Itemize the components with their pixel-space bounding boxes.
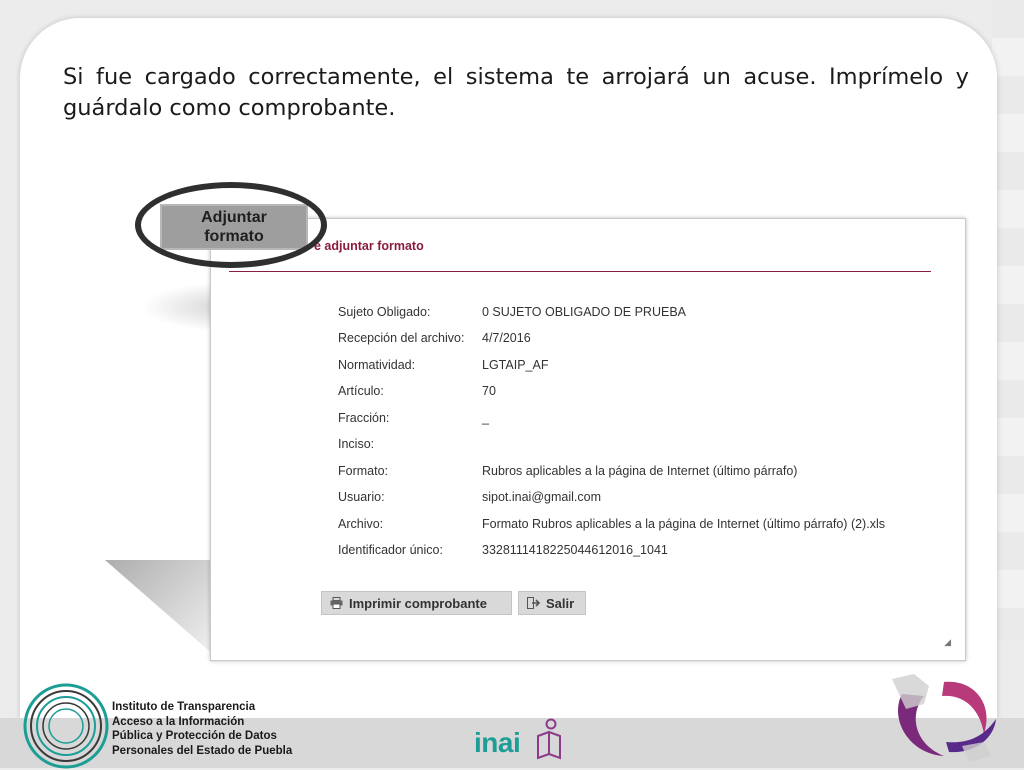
institute-logo-icon bbox=[23, 683, 109, 769]
field-value: _ bbox=[482, 411, 489, 425]
institute-line: Pública y Protección de Datos bbox=[112, 730, 277, 742]
intro-text: Si fue cargado correctamente, el sistema… bbox=[63, 64, 969, 121]
field-label: Usuario: bbox=[338, 490, 385, 504]
institute-line: Instituto de Transparencia bbox=[112, 701, 256, 713]
field-value: 70 bbox=[482, 384, 496, 398]
print-receipt-button[interactable]: Imprimir comprobante bbox=[321, 591, 512, 615]
field-label: Formato: bbox=[338, 464, 389, 478]
institute-line: Acceso a la Información bbox=[112, 715, 245, 728]
field-value: 0 SUJETO OBLIGADO DE PRUEBA bbox=[482, 305, 686, 319]
field-label: Recepción del archivo: bbox=[338, 331, 465, 345]
title-divider bbox=[229, 271, 931, 272]
field-label: Identificador único: bbox=[338, 543, 443, 557]
puebla-state-logo-icon bbox=[892, 674, 996, 762]
field-label: Inciso: bbox=[338, 437, 375, 451]
exit-icon bbox=[527, 597, 540, 609]
inai-wordmark: inai bbox=[474, 727, 521, 758]
acknowledgment-window: e adjuntar formato Sujeto Obligado: 0 SU… bbox=[210, 218, 966, 661]
field-label: Artículo: bbox=[338, 384, 384, 398]
field-label: Sujeto Obligado: bbox=[338, 305, 431, 319]
highlight-ellipse bbox=[135, 182, 327, 268]
exit-button[interactable]: Salir bbox=[518, 591, 586, 615]
field-value: 332811141822504461201​6_1041 bbox=[482, 543, 668, 557]
field-label: Fracción: bbox=[338, 411, 390, 425]
acknowledgment-title: e adjuntar formato bbox=[314, 239, 424, 253]
exit-label: Salir bbox=[546, 595, 575, 611]
inai-book-icon bbox=[537, 718, 561, 760]
institute-line: Personales del Estado de Puebla bbox=[112, 744, 293, 757]
field-value: LGTAIP_AF bbox=[482, 358, 549, 372]
resize-grip-icon[interactable]: ◢ bbox=[944, 637, 951, 648]
field-label: Archivo: bbox=[338, 517, 384, 531]
print-receipt-label: Imprimir comprobante bbox=[349, 595, 487, 611]
field-value: sipot.inai@gmail.com bbox=[482, 490, 601, 504]
field-label: Normatividad: bbox=[338, 358, 416, 372]
institute-name: Instituto de Transparencia Acceso a la I… bbox=[112, 700, 292, 758]
field-value: 4/7/2016 bbox=[482, 331, 531, 345]
field-value: Rubros aplicables a la página de Interne… bbox=[482, 464, 798, 478]
field-value: Formato Rubros aplicables a la página de… bbox=[482, 517, 885, 531]
printer-icon bbox=[330, 597, 343, 609]
